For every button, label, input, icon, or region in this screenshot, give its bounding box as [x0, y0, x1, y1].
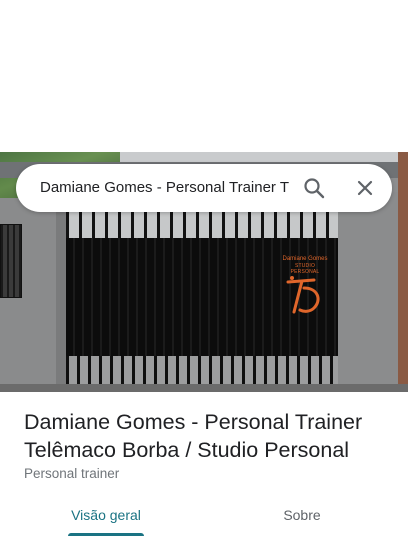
photo-window [0, 224, 22, 298]
selected-tab-indicator [68, 533, 144, 536]
studio-logo-icon [286, 276, 320, 314]
photo-brick-wall [398, 152, 408, 392]
photo-right-pillar [338, 192, 400, 392]
close-icon [357, 180, 373, 196]
studio-sign: Damiane Gomes STUDIO PERSONAL [280, 256, 330, 326]
place-category[interactable]: Personal trainer [24, 466, 119, 481]
place-title-line1: Damiane Gomes - Personal Trainer [24, 410, 363, 434]
search-input[interactable]: Damiane Gomes - Personal Trainer T [40, 178, 290, 198]
sign-name-text: Damiane Gomes [282, 256, 328, 262]
place-title-line2: Telêmaco Borba / Studio Personal [24, 438, 350, 462]
search-button[interactable] [302, 176, 326, 200]
search-bar[interactable]: Damiane Gomes - Personal Trainer T [16, 164, 392, 212]
place-tabs: Visão geral Sobre [0, 500, 408, 544]
search-icon [304, 178, 325, 199]
tab-overview[interactable]: Visão geral [62, 505, 150, 525]
tab-about[interactable]: Sobre [260, 505, 344, 525]
clear-search-button[interactable] [353, 176, 377, 200]
photo-ground [0, 384, 408, 392]
place-title: Damiane Gomes - Personal Trainer Telêmac… [24, 408, 394, 464]
photo-top-railing [66, 210, 338, 240]
